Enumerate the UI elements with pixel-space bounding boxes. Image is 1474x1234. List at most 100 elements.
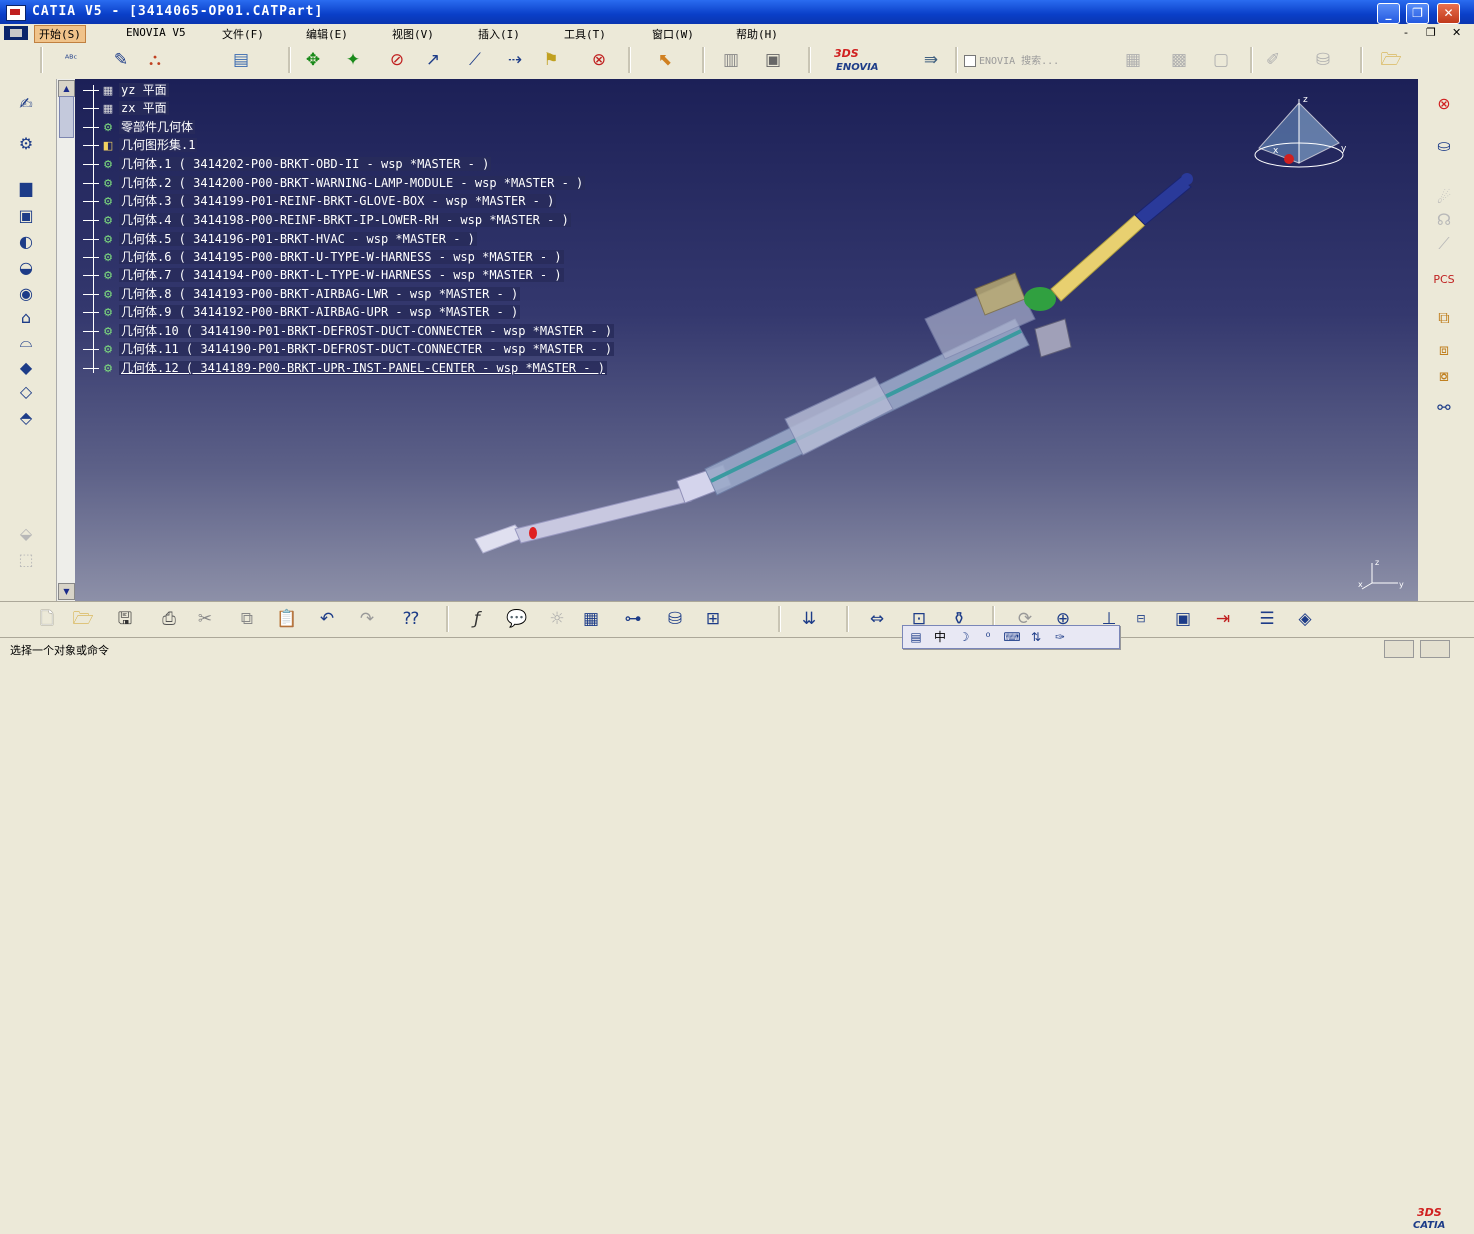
steering-column-model[interactable] [455,169,1215,569]
ime-punctuation-icon[interactable]: ⁰ [979,628,997,646]
catalog-icon[interactable]: ⛁ [1310,47,1336,73]
exit-workbench-icon[interactable]: ⊗ [1430,93,1458,115]
catia-app-icon[interactable] [6,5,26,21]
rotate-icon[interactable]: ✦ [340,47,366,73]
copy-icon[interactable]: ⧉ [234,606,260,632]
whats-this-icon[interactable]: ⁇ [398,606,424,632]
undo-icon[interactable]: ↶ [314,606,340,632]
minimize-button[interactable]: _ [1377,3,1400,24]
pcs-icon[interactable]: PCS [1430,269,1458,291]
menu-tools[interactable]: 工具(T) [564,26,606,42]
cut-icon[interactable]: ✂ [192,606,218,632]
tree-node-part-body[interactable]: ⚙ 零部件几何体 [83,118,196,136]
align-icon[interactable]: ▥ [718,47,744,73]
ime-keyboard-icon[interactable]: ⌨ [1003,628,1021,646]
ime-soft-keyboard-icon[interactable]: ⇅ [1027,628,1045,646]
ime-tools-icon[interactable]: ✑ [1051,628,1069,646]
scroll-down-button[interactable]: ▼ [58,583,75,600]
table-icon[interactable]: ▦ [578,606,604,632]
rib-icon[interactable]: ⌂ [12,307,40,329]
status-button[interactable] [1384,640,1414,658]
enovia-search-field[interactable]: ENOVIA 搜索... [964,52,1059,67]
disabled-tool-icon[interactable]: ⬚ [12,549,40,571]
redo-icon[interactable]: ↷ [354,606,380,632]
part-design-icon[interactable]: ⛬ [142,47,168,73]
scroll-up-button[interactable]: ▲ [58,80,75,97]
comment-icon[interactable]: 💬 [504,606,530,632]
settings-icon[interactable]: ⚙ [12,133,40,155]
add-body-icon[interactable]: ⧈ [1430,339,1458,361]
menu-edit[interactable]: 编辑(E) [306,26,348,42]
assemble-icon[interactable]: ⧉ [1430,307,1458,329]
hole-icon[interactable]: ◉ [12,283,40,305]
tree-node-geometric-set[interactable]: ◧ 几何图形集.1 [83,136,198,154]
save-icon[interactable]: 🖫 [112,606,138,632]
disabled-tool-icon[interactable]: ⟋ [1430,233,1458,255]
menu-window[interactable]: 窗口(W) [652,26,694,42]
pocket-icon[interactable]: ▣ [12,205,40,227]
mdi-close-button[interactable]: ✕ [1452,26,1461,39]
layer-icon[interactable]: ▤ [228,47,254,73]
close-button[interactable]: ✕ [1437,3,1460,24]
scale-icon[interactable]: ⊟ [1128,606,1154,632]
tree-node-body-1[interactable]: ⚙ 几何体.1 ( 3414202-P00-BRKT-OBD-II - wsp *… [83,155,492,173]
catalog-browser-icon[interactable]: ⛁ [662,606,688,632]
shaft-icon[interactable]: ◐ [12,231,40,253]
material-icon[interactable]: ◈ [1292,606,1318,632]
pan-icon[interactable]: ✥ [300,47,326,73]
tile-icon[interactable]: ▦ [1120,47,1146,73]
new-file-icon[interactable]: 🗋 [34,606,60,632]
layer-filter-icon[interactable]: ☰ [1254,606,1280,632]
status-button[interactable] [1420,640,1450,658]
hide-show-icon[interactable]: ⊗ [586,47,612,73]
frame-icon[interactable]: ▢ [1208,47,1234,73]
mdi-restore-button[interactable]: ❐ [1426,26,1436,39]
fly-mode-icon[interactable]: ⇊ [796,606,822,632]
render-style-icon[interactable]: ▣ [1170,606,1196,632]
fillet-icon[interactable]: ⬘ [12,407,40,429]
hide-icon[interactable]: ⇥ [1210,606,1236,632]
3d-viewport[interactable]: ▦ yz 平面 ▦ zx 平面 ⚙ 零部件几何体 ◧ 几何图形集.1 ⚙ 几何体.1 ( … [75,79,1418,601]
tree-node-zx-plane[interactable]: ▦ zx 平面 [83,99,169,117]
remove-icon[interactable]: ◇ [12,381,40,403]
cascade-icon[interactable]: ▩ [1166,47,1192,73]
spell-check-icon[interactable]: ᴬᴮᶜ [58,47,84,73]
ime-menu-icon[interactable]: ▤ [907,628,925,646]
pad-icon[interactable]: ▆ [12,177,40,199]
disabled-tool-icon[interactable]: ☄ [1430,187,1458,209]
no-show-icon[interactable]: ⊘ [384,47,410,73]
pick-icon[interactable]: ↗ [420,47,446,73]
send-to-icon[interactable]: ⇛ [918,47,944,73]
multi-section-icon[interactable]: ◆ [12,357,40,379]
tree-node-body-5[interactable]: ⚙ 几何体.5 ( 3414196-P01-BRKT-HVAC - wsp *MA… [83,230,477,248]
tree-node-yz-plane[interactable]: ▦ yz 平面 [83,81,169,99]
restore-button[interactable]: ❐ [1406,3,1429,24]
menu-enovia[interactable]: ENOVIA V5 [126,26,186,39]
formula-icon[interactable]: ƒ [464,606,490,632]
menu-insert[interactable]: 插入(I) [478,26,520,42]
ime-toolbar[interactable]: ▤ 中 ☽ ⁰ ⌨ ⇅ ✑ [902,625,1120,649]
view-compass[interactable]: z x y [1249,93,1359,183]
sketch-tool-icon[interactable]: ✎ [108,47,134,73]
ime-chinese-mode[interactable]: 中 [931,628,949,646]
menu-help[interactable]: 帮助(H) [736,26,778,42]
menu-file[interactable]: 文件(F) [222,26,264,42]
disabled-tool-icon[interactable]: ☊ [1430,209,1458,231]
disabled-tool-icon[interactable]: ⬙ [12,523,40,545]
boolean-icon[interactable]: ⛀ [1430,135,1458,157]
open-folder-icon[interactable]: 🗁 [1378,47,1404,73]
print-icon[interactable]: ⎙ [156,606,182,632]
distribute-icon[interactable]: ⇢ [502,47,528,73]
enovia-logo[interactable]: 3DS ENOVIA [826,47,898,75]
analysis-icon[interactable]: ⊞ [700,606,726,632]
light-icon[interactable]: ☼ [544,606,570,632]
window-icon[interactable]: ▣ [760,47,786,73]
properties-icon[interactable]: ⚑ [538,47,564,73]
groove-icon[interactable]: ◒ [12,257,40,279]
select-arrow-icon[interactable]: ⬉ [652,47,678,73]
paste-icon[interactable]: 📋 [274,606,300,632]
tree-scrollbar[interactable]: ▲ ▼ [56,79,75,601]
measure-icon[interactable]: ⟋ [462,47,488,73]
ime-moon-icon[interactable]: ☽ [955,628,973,646]
menu-view[interactable]: 视图(V) [392,26,434,42]
